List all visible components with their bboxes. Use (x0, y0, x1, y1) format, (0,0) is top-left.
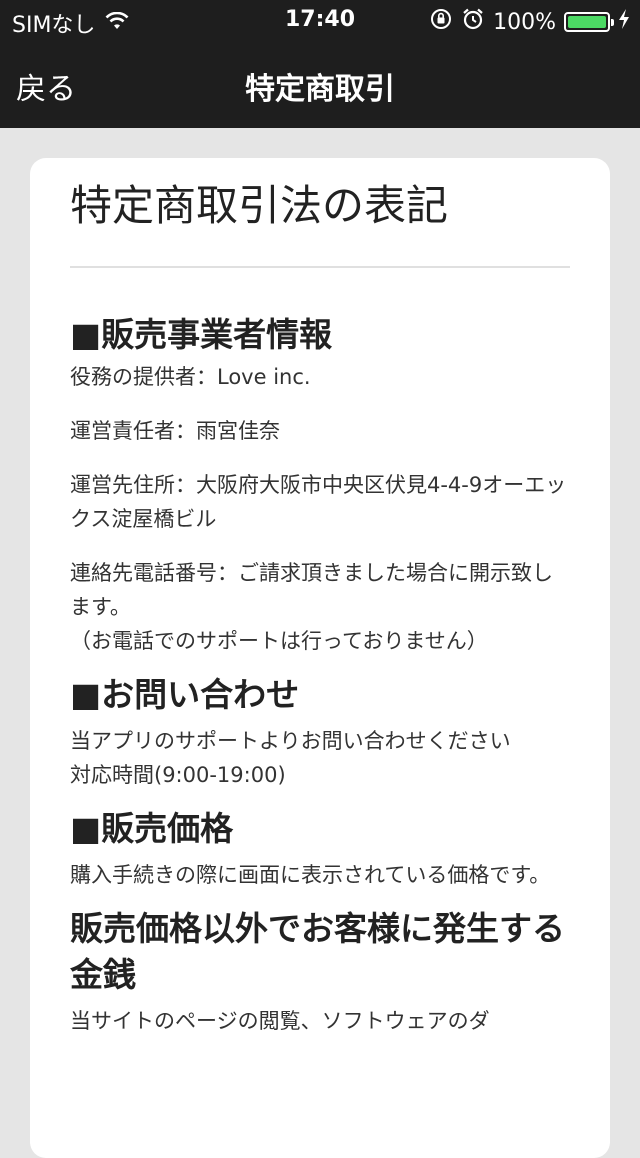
address-text: 運営先住所：大阪府大阪市中央区伏見4-4-9オーエックス淀屋橋ビル (70, 473, 567, 531)
title-divider (70, 266, 570, 268)
section-heading-contact: ■お問い合わせ (70, 675, 300, 714)
content-card: 特定商取引法の表記 ■販売事業者情報 役務の提供者：Love inc. 運営責任… (30, 158, 610, 1158)
charging-icon (618, 8, 630, 36)
battery-tip (611, 19, 614, 26)
phone-note-text: （お電話でのサポートは行っておりません） (70, 629, 488, 653)
price-text: 購入手続きの際に画面に表示されている価格です。 (70, 863, 551, 887)
hours-text: 対応時間(9:00-19:00) (70, 763, 286, 787)
contact-text: 当アプリのサポートよりお問い合わせください (70, 729, 511, 753)
battery-level (568, 16, 606, 28)
provider-text: 役務の提供者：Love inc. (70, 365, 311, 389)
section-heading-seller: ■販売事業者情報 (70, 315, 333, 354)
alarm-icon (461, 7, 485, 37)
orientation-lock-icon (429, 7, 453, 37)
section-heading-other-fees: 販売価格以外でお客様に発生する金銭 (70, 909, 565, 994)
section-heading-price: ■販売価格 (70, 809, 234, 848)
nav-title: 特定商取引 (245, 72, 395, 107)
status-right: 100% (429, 7, 630, 37)
battery-icon (564, 12, 614, 32)
navigation-bar: 戻る 特定商取引 (0, 40, 640, 128)
other-fees-text: 当サイトのページの閲覧、ソフトウェアのダ (70, 1009, 490, 1033)
status-bar: SIMなし 17:40 100% (0, 0, 640, 40)
page-title: 特定商取引法の表記 (70, 181, 449, 230)
manager-text: 運営責任者：雨宮佳奈 (70, 419, 280, 443)
content-scroll[interactable]: 特定商取引法の表記 ■販売事業者情報 役務の提供者：Love inc. 運営責任… (70, 176, 570, 1038)
phone-text: 連絡先電話番号：ご請求頂きました場合に開示致します。 (70, 561, 553, 619)
battery-percent: 100% (493, 9, 556, 35)
